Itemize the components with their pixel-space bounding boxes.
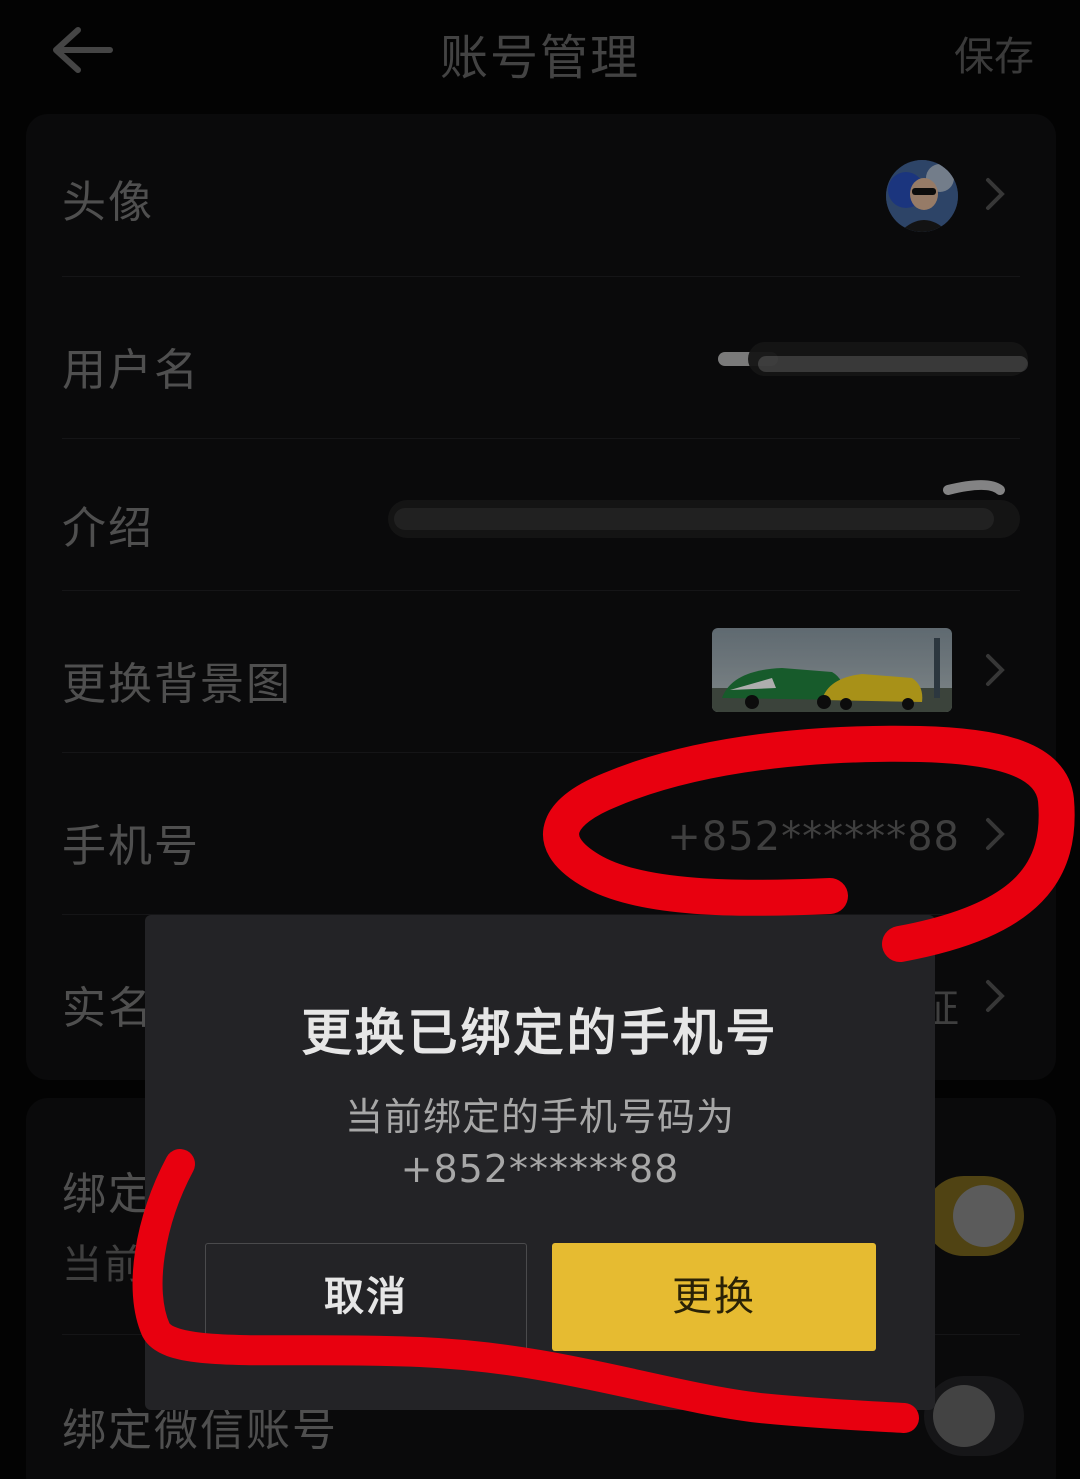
change-button[interactable]: 更换 [552,1243,876,1351]
cancel-button[interactable]: 取消 [205,1243,527,1351]
dialog-message-line2: +852******88 [400,1147,680,1191]
dialog-message: 当前绑定的手机号码为 +852******88 [145,1091,935,1195]
dialog-message-line1: 当前绑定的手机号码为 [344,1095,735,1139]
account-management-screen: 账号管理 保存 头像 用户名 介绍 更换背景图 手机号 +852******88… [0,0,1080,1479]
dialog-title: 更换已绑定的手机号 [301,1004,779,1062]
change-phone-dialog: 更换已绑定的手机号 当前绑定的手机号码为 +852******88 取消 更换 [145,915,935,1410]
